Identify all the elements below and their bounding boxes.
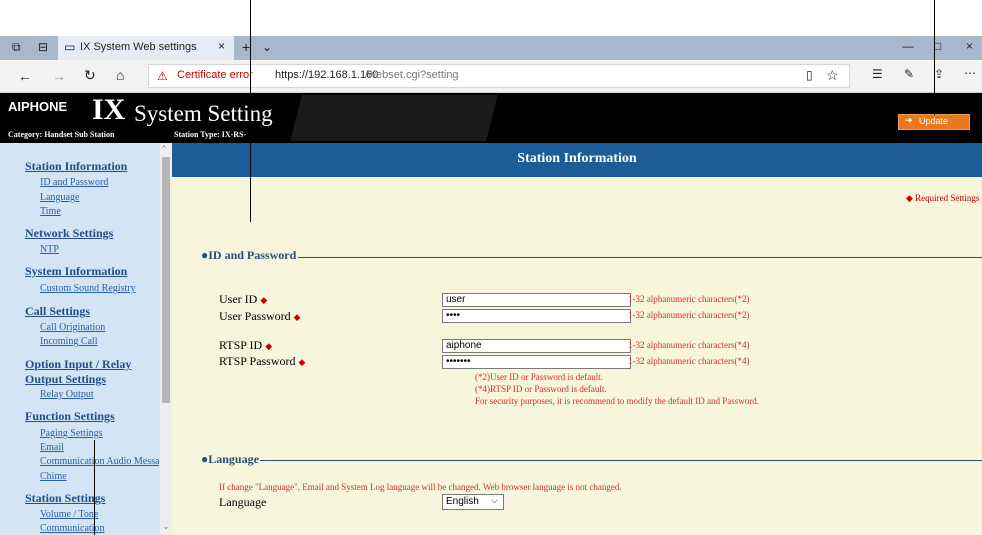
sidebar-item-incoming-call[interactable]: Incoming Call [40, 336, 98, 347]
callout-line-sidebar [94, 440, 95, 535]
minimize-icon[interactable]: — [902, 39, 914, 53]
chevron-down-icon: ⌵ [491, 495, 498, 505]
update-button[interactable]: ➔ Update [898, 114, 970, 130]
sidebar-group-network-settings[interactable]: Network Settings [25, 226, 113, 241]
url-field[interactable]: ⚠ Certificate error https://192.168.1.16… [148, 64, 850, 88]
home-icon[interactable]: ⌂ [116, 67, 124, 83]
tab-title: IX System Web settings [80, 41, 197, 53]
address-bar: ← → ↻ ⌂ ⚠ Certificate error https://192.… [0, 60, 982, 93]
new-tab-icon[interactable]: + [242, 39, 250, 55]
sidebar-item-email[interactable]: Email [40, 442, 64, 453]
language-select-value: English [446, 496, 479, 507]
rtsp-password-label: RTSP Password ◆ [219, 354, 306, 368]
sidebar-item-time[interactable]: Time [40, 206, 61, 217]
favorite-star-icon[interactable]: ☆ [826, 67, 839, 84]
language-label: Language [219, 495, 267, 509]
reading-view-icon[interactable]: ▯ [806, 68, 813, 82]
required-settings-note: ◆ Required Settings [906, 193, 980, 203]
sidebar-item-call-origination[interactable]: Call Origination [40, 322, 105, 333]
default-user-note: (*2)User ID or Password is default. [475, 372, 603, 382]
page-title: Station Information [517, 151, 637, 166]
url-host: https://192.168.1.160 [275, 69, 379, 81]
rtsp-id-label: RTSP ID ◆ [219, 338, 273, 352]
rtsp-id-hint: 1-32 alphanumeric characters(*4) [628, 340, 750, 350]
tab-actions-icon[interactable]: ⧉ [12, 40, 21, 55]
sidebar-scrollbar[interactable]: ^ ⌄ [160, 143, 172, 535]
sidebar-item-paging-settings[interactable]: Paging Settings [40, 428, 103, 439]
notes-pen-icon[interactable]: ✎ [904, 67, 914, 81]
user-id-label: User ID ◆ [219, 292, 268, 306]
sidebar-item-relay-output[interactable]: Relay Output [40, 389, 94, 400]
sidebar-group-option-input-relay-output[interactable]: Option Input / Relay Output Settings [25, 357, 160, 387]
favorites-hub-icon[interactable]: ☰ [872, 67, 883, 81]
update-label: Update [919, 116, 949, 126]
sidebar: Station Information ID and Password Lang… [0, 143, 173, 535]
scrollbar-thumb[interactable] [162, 157, 170, 403]
default-rtsp-note: (*4)RTSP ID or Password is default. [475, 384, 607, 394]
device-image [290, 95, 498, 141]
security-note: For security purposes, it is recommend t… [475, 396, 759, 406]
id-password-section-header: ●ID and Password [201, 248, 297, 262]
app-header: AIPHONE IX System Setting Category: Hand… [0, 93, 982, 143]
language-section-divider [260, 460, 982, 461]
sidebar-item-id-and-password[interactable]: ID and Password [40, 177, 108, 188]
user-password-hint: 1-32 alphanumeric characters(*2) [628, 310, 750, 320]
sidebar-item-chime[interactable]: Chime [40, 471, 67, 482]
station-type-text: Station Type: IX-RS- [174, 130, 247, 139]
close-window-icon[interactable]: × [966, 39, 973, 53]
browser-tab-bar: ⧉ ⊟ ▭ IX System Web settings × + ⌄ — □ × [0, 36, 982, 60]
back-icon[interactable]: ← [18, 68, 32, 84]
sidebar-item-language[interactable]: Language [40, 192, 79, 203]
refresh-icon[interactable]: ↻ [84, 67, 96, 84]
language-change-note: If change "Language", Email and System L… [219, 482, 622, 492]
user-id-input[interactable]: user [442, 293, 631, 307]
tab-preview-icon[interactable]: ⊟ [38, 40, 48, 54]
rtsp-id-input[interactable]: aiphone [442, 339, 631, 353]
sidebar-item-volume-tone[interactable]: Volume / Tone [40, 509, 98, 520]
main-content: ◆ Required Settings ●ID and Password Use… [172, 177, 982, 535]
user-id-hint: 1-32 alphanumeric characters(*2) [628, 294, 750, 304]
more-icon[interactable]: ⋯ [964, 66, 976, 80]
forward-icon[interactable]: → [52, 68, 66, 84]
section-title-bar: Station Information [172, 143, 982, 177]
category-text: Category: Handset Sub Station [8, 130, 115, 139]
user-password-input[interactable]: •••• [442, 309, 631, 323]
language-section-header: ●Language [201, 452, 259, 466]
language-select[interactable]: English ⌵ [442, 494, 504, 510]
maximize-icon[interactable]: □ [934, 39, 941, 53]
chevron-down-icon[interactable]: ⌄ [262, 40, 272, 54]
user-password-label: User Password ◆ [219, 309, 301, 323]
arrow-right-icon: ➔ [905, 115, 913, 125]
aiphone-logo: AIPHONE [8, 99, 68, 114]
sidebar-item-ntp[interactable]: NTP [40, 244, 59, 255]
scroll-down-icon[interactable]: ⌄ [162, 521, 170, 532]
sidebar-group-function-settings[interactable]: Function Settings [25, 409, 115, 424]
warning-icon: ⚠ [157, 69, 168, 83]
certificate-error[interactable]: Certificate error [177, 69, 253, 81]
scroll-up-icon[interactable]: ^ [162, 144, 166, 153]
sidebar-group-system-information[interactable]: System Information [25, 264, 127, 279]
sidebar-group-call-settings[interactable]: Call Settings [25, 304, 90, 319]
sidebar-item-communication-audio-messages[interactable]: Communication Audio Messages [40, 456, 173, 467]
rtsp-password-hint: 1-32 alphanumeric characters(*4) [628, 356, 750, 366]
callout-line-content [250, 0, 251, 222]
rtsp-password-input[interactable]: ••••••• [442, 355, 631, 369]
system-setting-title: System Setting [134, 101, 273, 126]
url-path: /webset.cgi?setting [365, 69, 459, 81]
ix-logo: IX [92, 93, 126, 126]
callout-line-update [934, 0, 935, 115]
close-tab-icon[interactable]: × [218, 39, 225, 53]
share-icon[interactable]: ⇪ [934, 67, 944, 81]
browser-tab[interactable]: ▭ IX System Web settings × [58, 36, 234, 60]
sidebar-item-custom-sound-registry[interactable]: Custom Sound Registry [40, 283, 136, 294]
section-divider [298, 257, 982, 258]
sidebar-group-station-information[interactable]: Station Information [25, 159, 127, 174]
page-icon: ▭ [64, 40, 76, 54]
